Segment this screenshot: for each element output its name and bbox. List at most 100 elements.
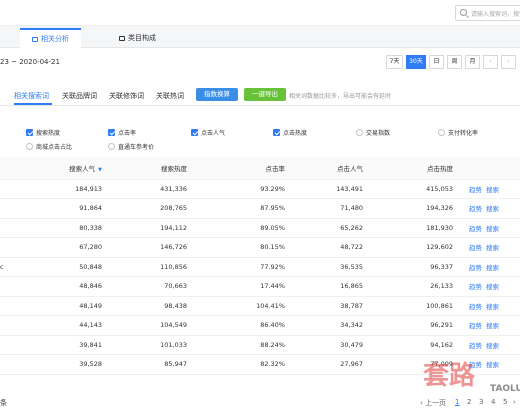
row-actions: 趋势 搜索 bbox=[463, 198, 520, 219]
trend-link[interactable]: 趋势 bbox=[469, 186, 482, 194]
table-cell: 16,865 bbox=[295, 276, 373, 297]
index-convert-button[interactable]: 指数换算 bbox=[196, 88, 238, 101]
search-link[interactable]: 搜索 bbox=[486, 342, 499, 350]
pagination: 条 ‹ 上一页 1 2 3 4 5 › bbox=[0, 396, 520, 410]
keyword-cell[interactable] bbox=[0, 276, 24, 297]
table-row[interactable]: c 50,848 110,856 77.92% 36,535 96,337 趋势 搜索 bbox=[0, 257, 520, 277]
filter-trade-index[interactable]: 交易指数 bbox=[356, 128, 390, 137]
keyword-cell[interactable] bbox=[0, 198, 24, 219]
table-cell: 65,262 bbox=[295, 218, 373, 238]
next-page-button[interactable]: › bbox=[513, 398, 516, 406]
search-link[interactable]: 搜索 bbox=[486, 322, 499, 330]
subtab-modifier-words[interactable]: 关联修饰词 bbox=[109, 91, 144, 101]
keyword-cell[interactable] bbox=[0, 218, 24, 238]
prev-period-button[interactable]: ‹ bbox=[483, 55, 498, 69]
search-link[interactable]: 搜索 bbox=[486, 283, 499, 291]
tab-label: 类目构成 bbox=[128, 34, 156, 42]
trend-link[interactable]: 趋势 bbox=[469, 342, 482, 350]
tab-label: 相关分析 bbox=[41, 35, 69, 43]
table-cell: 110,856 bbox=[112, 257, 197, 277]
search-link[interactable]: 搜索 bbox=[486, 361, 499, 369]
period-month-button[interactable]: 月 bbox=[465, 55, 480, 69]
table-cell: 89.05% bbox=[197, 218, 295, 238]
filter-search-heat[interactable]: 搜索热度 bbox=[26, 128, 60, 137]
filter-click-popularity[interactable]: 点击人气 bbox=[191, 128, 225, 137]
row-actions: 趋势 搜索 bbox=[463, 315, 520, 336]
filter-ctr[interactable]: 点击率 bbox=[108, 128, 136, 137]
table-row[interactable]: 184,913 431,336 93.29% 143,491 415,053 趋势 搜索 bbox=[0, 179, 520, 199]
search-link[interactable]: 搜索 bbox=[486, 244, 499, 252]
row-actions: 趋势 搜索 bbox=[463, 276, 520, 297]
filter-label: 直通车参考价 bbox=[118, 144, 155, 151]
table-row[interactable]: 91,864 208,765 87.95% 71,480 194,326 趋势 搜索 bbox=[0, 198, 520, 219]
date-range[interactable]: 23 ~ 2020-04-21 bbox=[0, 58, 60, 66]
page-4[interactable]: 4 bbox=[491, 398, 495, 406]
table-row[interactable]: 67,280 146,726 80.15% 48,722 129,602 趋势 搜索 bbox=[0, 237, 520, 258]
table-row[interactable]: 48,846 70,663 17.44% 16,865 26,133 趋势 搜索 bbox=[0, 276, 520, 297]
keyword-cell[interactable] bbox=[0, 296, 24, 316]
trend-link[interactable]: 趋势 bbox=[469, 322, 482, 330]
search-input[interactable]: 请输入搜索词，搜索词… bbox=[455, 5, 520, 21]
next-period-button[interactable]: › bbox=[501, 55, 516, 69]
period-7d-button[interactable]: 7天 bbox=[386, 55, 403, 69]
period-day-button[interactable]: 日 bbox=[429, 55, 444, 69]
table-cell: 431,336 bbox=[112, 179, 197, 199]
trend-link[interactable]: 趋势 bbox=[469, 303, 482, 311]
filter-click-heat[interactable]: 点击热度 bbox=[273, 128, 307, 137]
period-week-button[interactable]: 周 bbox=[447, 55, 462, 69]
table-cell: 48,846 bbox=[24, 276, 112, 297]
prev-page-button[interactable]: ‹ 上一页 bbox=[420, 398, 446, 408]
table-cell: 143,491 bbox=[295, 179, 373, 199]
search-link[interactable]: 搜索 bbox=[486, 205, 499, 213]
table-row[interactable]: 39,841 101,033 88.24% 30,479 94,162 趋势 搜索 bbox=[0, 335, 520, 355]
search-link[interactable]: 搜索 bbox=[486, 186, 499, 194]
subtab-brand-words[interactable]: 关联品牌词 bbox=[62, 91, 97, 101]
table-cell: 208,765 bbox=[112, 198, 197, 219]
page-1[interactable]: 1 bbox=[455, 398, 459, 406]
page-5[interactable]: 5 bbox=[503, 398, 507, 406]
col-search-popularity[interactable]: 搜索人气 ▼ bbox=[24, 157, 112, 180]
col-click-heat[interactable]: 点击热度 bbox=[373, 157, 463, 180]
keyword-cell[interactable] bbox=[0, 179, 24, 199]
trend-link[interactable]: 趋势 bbox=[469, 283, 482, 291]
page-2[interactable]: 2 bbox=[467, 398, 471, 406]
table-cell: 48,149 bbox=[24, 296, 112, 316]
filter-pay-conversion[interactable]: 支付转化率 bbox=[438, 128, 478, 137]
trend-link[interactable]: 趋势 bbox=[469, 264, 482, 272]
col-ctr[interactable]: 点击率 bbox=[197, 157, 295, 180]
search-link[interactable]: 搜索 bbox=[486, 225, 499, 233]
table-cell: 96,337 bbox=[373, 257, 463, 277]
col-click-popularity[interactable]: 点击人气 bbox=[295, 157, 373, 180]
subtab-related-search-words[interactable]: 相关搜索词 bbox=[14, 91, 49, 101]
search-link[interactable]: 搜索 bbox=[486, 264, 499, 272]
trend-link[interactable]: 趋势 bbox=[469, 244, 482, 252]
trend-link[interactable]: 趋势 bbox=[469, 205, 482, 213]
search-link[interactable]: 搜索 bbox=[486, 303, 499, 311]
period-30d-button[interactable]: 30天 bbox=[406, 55, 426, 69]
export-button[interactable]: 一键导出 bbox=[244, 88, 286, 101]
table-row[interactable]: 80,338 194,112 89.05% 65,262 181,930 趋势 搜索 bbox=[0, 218, 520, 238]
col-search-heat[interactable]: 搜索热度 bbox=[112, 157, 197, 180]
filter-ztc-price[interactable]: 直通车参考价 bbox=[108, 142, 154, 151]
table-cell: 67,280 bbox=[24, 237, 112, 258]
sort-desc-icon[interactable]: ▼ bbox=[98, 167, 102, 173]
tab-category-composition[interactable]: 类目构成 bbox=[107, 28, 168, 48]
filter-mall-click-ratio[interactable]: 商城点击占比 bbox=[26, 142, 72, 151]
table-row[interactable]: 48,149 98,438 104.41% 38,787 100,861 趋势 搜索 bbox=[0, 296, 520, 316]
keyword-cell[interactable] bbox=[0, 354, 24, 375]
tab-related-analysis[interactable]: 相关分析 bbox=[20, 28, 81, 48]
table-row[interactable]: 44,143 104,549 86.40% 34,342 96,291 趋势 搜索 bbox=[0, 315, 520, 336]
table-cell: 100,861 bbox=[373, 296, 463, 316]
subtab-hot-words[interactable]: 关联热词 bbox=[156, 91, 184, 101]
trend-link[interactable]: 趋势 bbox=[469, 225, 482, 233]
filter-label: 支付转化率 bbox=[448, 130, 479, 137]
keyword-cell[interactable]: c bbox=[0, 257, 24, 277]
filter-label: 点击人气 bbox=[201, 130, 226, 137]
keyword-cell[interactable] bbox=[0, 315, 24, 336]
total-count: 条 bbox=[0, 399, 7, 407]
page-3[interactable]: 3 bbox=[479, 398, 483, 406]
sub-tabs: 相关搜索词 关联品牌词 关联修饰词 关联热词 指数换算 一键导出 相关词数据比较… bbox=[0, 87, 520, 105]
keyword-cell[interactable] bbox=[0, 335, 24, 355]
table-cell: 146,726 bbox=[112, 237, 197, 258]
keyword-cell[interactable] bbox=[0, 237, 24, 258]
